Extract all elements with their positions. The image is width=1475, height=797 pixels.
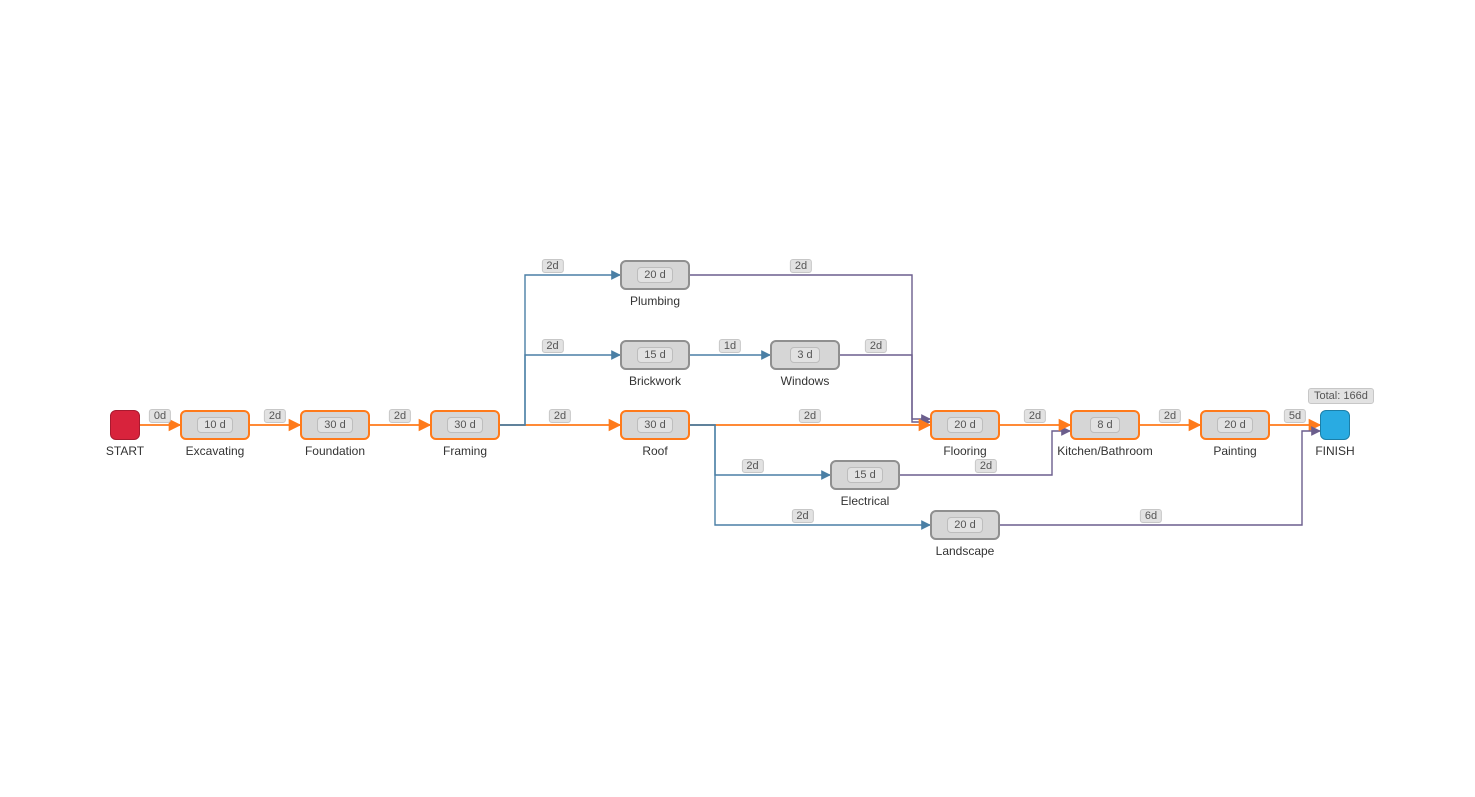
edge-label-kitchen-painting: 2d <box>1159 409 1181 423</box>
node-label-kitchen: Kitchen/Bathroom <box>1057 444 1152 458</box>
pert-diagram-canvas: 10 d 30 d 30 d 30 d 20 d 15 d 3 d 15 d 20 d 20 d 8… <box>0 0 1475 797</box>
edge-label-foundation-framing: 2d <box>389 409 411 423</box>
node-label-electrical: Electrical <box>841 494 890 508</box>
node-windows[interactable]: 3 d <box>770 340 840 370</box>
node-foundation[interactable]: 30 d <box>300 410 370 440</box>
duration-badge: 15 d <box>847 467 882 483</box>
node-plumbing[interactable]: 20 d <box>620 260 690 290</box>
duration-badge: 20 d <box>1217 417 1252 433</box>
edge-label-flooring-kitchen: 2d <box>1024 409 1046 423</box>
duration-badge: 30 d <box>637 417 672 433</box>
edge-label-roof-electrical: 2d <box>741 459 763 473</box>
edge-label-roof-flooring: 2d <box>799 409 821 423</box>
duration-badge: 20 d <box>947 517 982 533</box>
node-label-foundation: Foundation <box>305 444 365 458</box>
node-roof[interactable]: 30 d <box>620 410 690 440</box>
edge-label-excavate-foundation: 2d <box>264 409 286 423</box>
node-flooring[interactable]: 20 d <box>930 410 1000 440</box>
node-label-flooring: Flooring <box>943 444 986 458</box>
node-label-windows: Windows <box>781 374 830 388</box>
edge-label-brickwork-windows: 1d <box>719 339 741 353</box>
node-painting[interactable]: 20 d <box>1200 410 1270 440</box>
node-label-framing: Framing <box>443 444 487 458</box>
node-framing[interactable]: 30 d <box>430 410 500 440</box>
edge-label-painting-finish: 5d <box>1284 409 1306 423</box>
edge-label-plumbing-flooring: 2d <box>790 259 812 273</box>
node-label-brickwork: Brickwork <box>629 374 681 388</box>
node-kitchen[interactable]: 8 d <box>1070 410 1140 440</box>
edge-label-framing-roof: 2d <box>549 409 571 423</box>
duration-badge: 20 d <box>637 267 672 283</box>
duration-badge: 15 d <box>637 347 672 363</box>
total-duration-label: Total: 166d <box>1308 388 1374 404</box>
node-finish[interactable] <box>1320 410 1350 440</box>
duration-badge: 30 d <box>447 417 482 433</box>
node-label-plumbing: Plumbing <box>630 294 680 308</box>
node-label-excavate: Excavating <box>186 444 245 458</box>
edge-label-roof-landscape: 2d <box>791 509 813 523</box>
duration-badge: 10 d <box>197 417 232 433</box>
edge-label-framing-plumbing: 2d <box>541 259 563 273</box>
node-excavate[interactable]: 10 d <box>180 410 250 440</box>
duration-badge: 30 d <box>317 417 352 433</box>
node-label-finish: FINISH <box>1315 444 1354 458</box>
edges-layer <box>0 0 1475 797</box>
node-label-start: START <box>106 444 144 458</box>
duration-badge: 20 d <box>947 417 982 433</box>
edge-label-electrical-kitchen: 2d <box>975 459 997 473</box>
edge-label-framing-brickwork: 2d <box>541 339 563 353</box>
node-brickwork[interactable]: 15 d <box>620 340 690 370</box>
node-label-painting: Painting <box>1213 444 1256 458</box>
node-landscape[interactable]: 20 d <box>930 510 1000 540</box>
edge-label-windows-flooring: 2d <box>865 339 887 353</box>
node-label-landscape: Landscape <box>936 544 995 558</box>
node-start[interactable] <box>110 410 140 440</box>
duration-badge: 8 d <box>1090 417 1119 433</box>
edge-label-start-excavate: 0d <box>149 409 171 423</box>
edge-windows-flooring <box>840 355 930 422</box>
node-label-roof: Roof <box>642 444 667 458</box>
edge-label-landscape-finish: 6d <box>1140 509 1162 523</box>
node-electrical[interactable]: 15 d <box>830 460 900 490</box>
duration-badge: 3 d <box>790 347 819 363</box>
